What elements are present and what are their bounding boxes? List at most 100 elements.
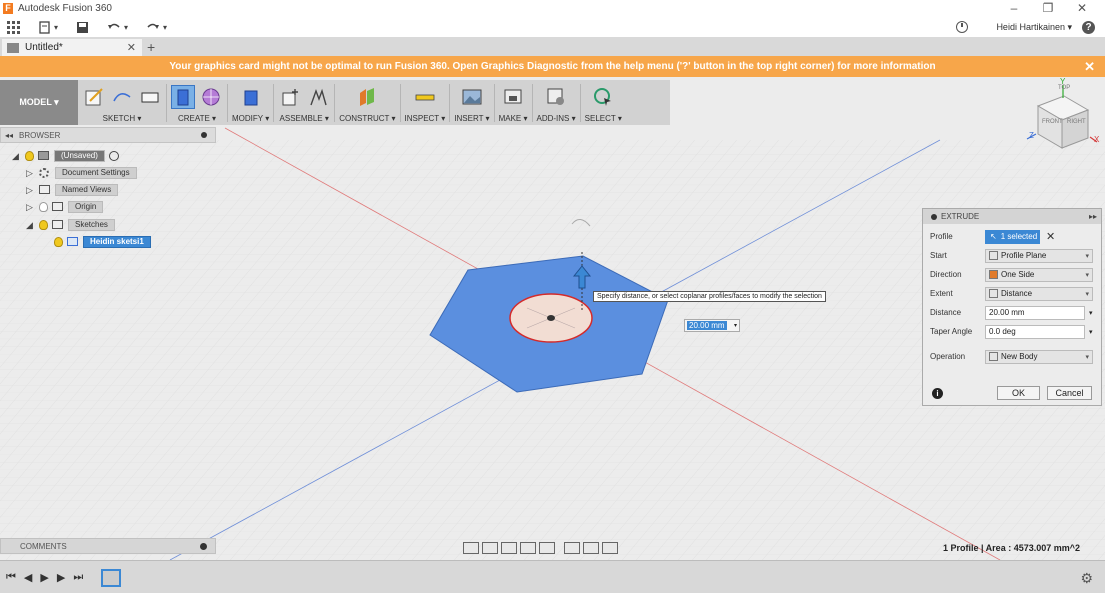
go-to-end-icon[interactable]: ⏭ <box>73 571 83 584</box>
tree-document-settings[interactable]: ▷ Document Settings <box>26 166 137 179</box>
offset-plane-icon[interactable] <box>355 85 379 109</box>
construct-menu-label[interactable]: CONSTRUCT ▾ <box>339 114 395 123</box>
rectangle-tool-icon[interactable] <box>138 85 162 109</box>
make-group[interactable]: MAKE ▾ <box>495 80 532 125</box>
joint-icon[interactable] <box>306 85 330 109</box>
viewcube-face-right[interactable]: RIGHT <box>1067 119 1086 125</box>
add-ins-group[interactable]: ADD-INS ▾ <box>533 80 580 125</box>
add-ins-menu-label[interactable]: ADD-INS ▾ <box>537 114 576 123</box>
line-tool-icon[interactable] <box>110 85 134 109</box>
press-pull-icon[interactable] <box>239 85 263 109</box>
create-menu-label[interactable]: CREATE ▾ <box>178 114 216 123</box>
insert-image-icon[interactable] <box>460 85 484 109</box>
look-at-icon[interactable] <box>482 541 498 554</box>
distance-input-value[interactable]: 20.00 mm <box>687 321 727 330</box>
tree-sketch-item[interactable]: Heidin sketsi1 <box>54 235 151 248</box>
make-menu-label[interactable]: MAKE ▾ <box>499 114 528 123</box>
user-menu[interactable]: Heidi Hartikainen ▾ <box>996 22 1072 33</box>
construct-group[interactable]: CONSTRUCT ▾ <box>335 80 399 125</box>
viewcube-face-front[interactable]: FRONT <box>1042 119 1063 125</box>
tree-item-named-views[interactable]: Named Views <box>55 183 119 196</box>
display-settings-icon[interactable] <box>564 541 580 554</box>
document-tab[interactable]: Untitled* ✕ <box>2 39 142 56</box>
expand-dialog-icon[interactable]: ▸▸ <box>1089 212 1097 221</box>
expand-triangle-icon[interactable]: ▷ <box>26 202 35 212</box>
3d-print-icon[interactable] <box>501 85 525 109</box>
banner-close-icon[interactable]: ✕ <box>1084 56 1095 77</box>
collapse-panel-icon[interactable]: ◂◂ <box>5 131 13 140</box>
extent-dropdown[interactable]: Distance ▾ <box>985 286 1093 301</box>
comments-panel-header[interactable]: COMMENTS <box>0 538 216 554</box>
visibility-bulb-icon[interactable] <box>39 219 48 230</box>
operation-dropdown[interactable]: New Body ▾ <box>985 349 1093 364</box>
browser-panel-header[interactable]: ◂◂ BROWSER <box>0 127 216 143</box>
expand-triangle-icon[interactable]: ▷ <box>26 168 35 178</box>
tree-origin[interactable]: ▷ Origin <box>26 200 104 213</box>
viewports-icon[interactable] <box>602 541 618 554</box>
job-status-icon[interactable] <box>956 21 969 33</box>
go-to-start-icon[interactable]: ⏮ <box>6 571 16 584</box>
minimize-button[interactable]: – <box>997 0 1031 17</box>
visibility-bulb-icon[interactable] <box>54 236 63 247</box>
timeline-settings-gear-icon[interactable]: ⚙ <box>1080 570 1093 587</box>
select-icon[interactable] <box>591 85 615 109</box>
sketch-group[interactable]: SKETCH ▾ <box>78 80 166 125</box>
insert-group[interactable]: INSERT ▾ <box>450 80 493 125</box>
modify-group[interactable]: MODIFY ▾ <box>228 80 273 125</box>
tree-item-origin[interactable]: Origin <box>68 200 104 213</box>
distance-field[interactable]: 20.00 mm <box>985 305 1085 320</box>
ok-button[interactable]: OK <box>997 386 1040 400</box>
pan-icon[interactable] <box>501 541 517 554</box>
file-menu-button[interactable]: ▾ <box>38 20 58 34</box>
dialog-pin-icon[interactable] <box>931 213 937 220</box>
modify-menu-label[interactable]: MODIFY ▾ <box>232 114 269 123</box>
inspect-menu-label[interactable]: INSPECT ▾ <box>405 114 446 123</box>
grid-settings-icon[interactable] <box>583 541 599 554</box>
tree-item-heidin-sketsi1[interactable]: Heidin sketsi1 <box>83 235 151 248</box>
insert-menu-label[interactable]: INSERT ▾ <box>454 114 489 123</box>
workspace-switcher[interactable]: MODEL ▾ <box>0 80 78 125</box>
tree-item-sketches[interactable]: Sketches <box>68 218 115 231</box>
zoom-icon[interactable] <box>520 541 536 554</box>
create-sketch-icon[interactable] <box>82 85 106 109</box>
redo-button[interactable]: ▾ <box>146 21 167 33</box>
assemble-group[interactable]: ASSEMBLE ▾ <box>274 80 334 125</box>
start-dropdown[interactable]: Profile Plane ▾ <box>985 248 1093 263</box>
zoom-window-icon[interactable] <box>539 541 555 554</box>
sketch-menu-label[interactable]: SKETCH ▾ <box>103 114 142 123</box>
add-comment-icon[interactable] <box>200 542 207 550</box>
form-icon[interactable] <box>199 85 223 109</box>
cancel-button[interactable]: Cancel <box>1047 386 1092 400</box>
clear-selection-icon[interactable]: ✕ <box>1046 230 1055 243</box>
collapse-triangle-icon[interactable]: ◢ <box>26 220 35 230</box>
inspect-group[interactable]: INSPECT ▾ <box>401 80 450 125</box>
new-component-icon[interactable] <box>278 85 302 109</box>
new-tab-icon[interactable]: + <box>147 39 155 55</box>
panel-pin-icon[interactable] <box>201 132 207 138</box>
activate-radio-icon[interactable] <box>108 150 119 161</box>
info-icon[interactable]: i <box>932 388 943 399</box>
step-back-icon[interactable]: ◀ <box>24 571 32 584</box>
select-group[interactable]: SELECT ▾ <box>581 80 626 125</box>
extrude-icon[interactable] <box>171 85 195 109</box>
visibility-bulb-icon[interactable] <box>39 201 48 212</box>
tree-item-unsaved[interactable]: (Unsaved) <box>54 149 105 162</box>
collapse-triangle-icon[interactable]: ◢ <box>12 151 21 161</box>
extrude-dialog-header[interactable]: EXTRUDE ▸▸ <box>923 209 1101 224</box>
expand-triangle-icon[interactable]: ▷ <box>26 185 35 195</box>
tree-item-document-settings[interactable]: Document Settings <box>55 166 137 179</box>
close-window-button[interactable]: ✕ <box>1065 0 1099 17</box>
dropdown-arrow-icon[interactable]: ▾ <box>734 322 737 329</box>
assemble-menu-label[interactable]: ASSEMBLE ▾ <box>280 114 329 123</box>
orbit-icon[interactable] <box>463 541 479 554</box>
tree-root[interactable]: ◢ (Unsaved) <box>12 149 119 162</box>
profile-selection-button[interactable]: ↖ 1 selected <box>985 229 1040 244</box>
tree-named-views[interactable]: ▷ Named Views <box>26 183 119 196</box>
select-menu-label[interactable]: SELECT ▾ <box>585 114 622 123</box>
tree-sketches[interactable]: ◢ Sketches <box>26 218 115 231</box>
measure-icon[interactable] <box>413 85 437 109</box>
direction-dropdown[interactable]: One Side ▾ <box>985 267 1093 282</box>
taper-dropdown-icon[interactable]: ▾ <box>1089 328 1093 336</box>
timeline-sketch-feature[interactable] <box>101 569 121 587</box>
visibility-bulb-icon[interactable] <box>25 150 34 161</box>
